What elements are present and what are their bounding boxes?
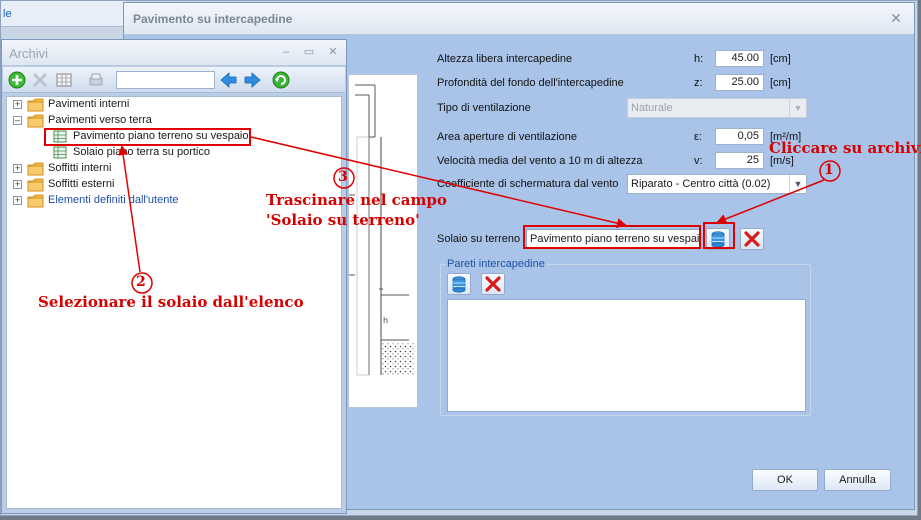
arrow-right-icon[interactable] — [242, 70, 262, 90]
folder-icon — [27, 98, 44, 112]
expand-icon[interactable]: + — [13, 180, 22, 189]
delete-x-icon — [744, 231, 760, 247]
schermatura-select[interactable]: Riparato - Centro città (0.02) ▼ — [627, 174, 807, 194]
highlight-archivi-button — [703, 222, 735, 249]
expand-icon[interactable]: + — [13, 196, 22, 205]
pareti-list[interactable] — [447, 299, 806, 412]
minimize-icon[interactable]: – — [278, 45, 294, 59]
tree-label: Pavimenti verso terra — [48, 114, 152, 126]
step-3-number: 3 — [338, 169, 348, 185]
tree-label: Pavimenti interni — [48, 98, 130, 110]
step-2-text: Selezionare il solaio dall'elenco — [38, 293, 304, 311]
tree-label: Soffitti esterni — [48, 178, 115, 190]
folder-icon — [27, 194, 44, 208]
close-icon[interactable]: ✕ — [325, 45, 341, 59]
table-icon — [53, 146, 67, 159]
area-aperture-input[interactable]: 0,05 — [715, 128, 764, 145]
section-drawing-svg: h — [349, 84, 415, 376]
symbol-v: v: — [694, 155, 703, 167]
arrow-left-icon[interactable] — [219, 70, 239, 90]
dialog-close-icon[interactable]: ✕ — [888, 10, 904, 26]
label-solaio-terreno: Solaio su terreno — [437, 233, 521, 245]
refresh-icon[interactable] — [271, 70, 291, 90]
schermatura-value: Riparato - Centro città (0.02) — [631, 178, 771, 190]
folder-open-icon — [27, 114, 44, 128]
annulla-button[interactable]: Annulla — [824, 469, 891, 491]
step-1-text: Cliccare su archivi — [769, 139, 921, 157]
expand-icon[interactable]: + — [13, 100, 22, 109]
pareti-intercapedine-group: Pareti intercapedine — [440, 258, 811, 416]
folder-icon — [27, 178, 44, 192]
chevron-down-icon[interactable]: ▼ — [789, 175, 806, 193]
dialog-titlebar[interactable]: Pavimento su intercapedine ✕ — [124, 3, 914, 35]
maximize-icon[interactable]: ▭ — [301, 45, 317, 59]
archivi-search-input[interactable] — [116, 71, 215, 89]
symbol-epsilon: ε: — [694, 131, 702, 143]
archivi-title: Archivi — [9, 46, 49, 61]
step-3-text-line2: 'Solaio su terreno' — [266, 211, 420, 229]
add-icon[interactable] — [7, 70, 27, 90]
archivi-panel: Archivi – ▭ ✕ + Pavimenti interni – Pavi… — [1, 39, 347, 514]
expand-icon[interactable]: + — [13, 164, 22, 173]
tipo-ventilazione-select[interactable]: Naturale ▼ — [627, 98, 807, 118]
ok-button[interactable]: OK — [752, 469, 818, 491]
label-schermatura: Coefficiente di schermatura dal vento — [437, 178, 619, 190]
database-icon — [452, 276, 466, 293]
remove-solaio-button[interactable] — [740, 228, 764, 250]
symbol-h: h: — [694, 53, 704, 65]
step-2-number: 2 — [136, 274, 146, 290]
collapse-icon[interactable]: – — [13, 116, 22, 125]
pareti-remove-button[interactable] — [481, 273, 505, 295]
parent-window-fragment-label[interactable]: le — [3, 8, 12, 20]
section-drawing: h — [348, 74, 418, 408]
delete-x-icon — [485, 276, 501, 292]
label-velocita-vento: Velocità media del vento a 10 m di altez… — [437, 155, 643, 167]
chevron-down-icon[interactable]: ▼ — [789, 99, 806, 117]
section-h-mark: h — [383, 316, 388, 325]
label-tipo-ventilazione: Tipo di ventilazione — [437, 102, 531, 114]
highlight-solaio-field — [523, 225, 701, 249]
label-altezza: Altezza libera intercapedine — [437, 53, 573, 65]
parent-window-strip: le — [1, 1, 125, 27]
profondita-input[interactable]: 25.00 — [715, 74, 764, 91]
folder-icon — [27, 162, 44, 176]
label-profondita: Profondità del fondo dell'intercapedine — [437, 77, 624, 89]
highlight-selected-item — [44, 128, 251, 146]
tree-label: Elementi definiti dall'utente — [48, 194, 179, 206]
pareti-intercapedine-legend: Pareti intercapedine — [445, 258, 547, 270]
step-1-number: 1 — [824, 162, 834, 178]
step-3-text-line1: Trascinare nel campo — [266, 191, 447, 209]
velocita-input[interactable]: 25 — [715, 152, 764, 169]
delete-icon[interactable] — [30, 70, 50, 90]
unit-profondita: [cm] — [770, 77, 791, 89]
archivi-toolbar — [3, 67, 345, 93]
table-icon[interactable] — [54, 70, 74, 90]
tree-label: Soffitti interni — [48, 162, 112, 174]
tree-label: Solaio piano terra su portico — [73, 146, 210, 158]
dialog-title: Pavimento su intercapedine — [133, 12, 293, 26]
unit-altezza: [cm] — [770, 53, 791, 65]
pareti-archivi-button[interactable] — [447, 273, 471, 295]
label-area-aperture: Area aperture di ventilazione — [437, 131, 578, 143]
altezza-input[interactable]: 45.00 — [715, 50, 764, 67]
symbol-z: z: — [694, 77, 703, 89]
tipo-ventilazione-value: Naturale — [631, 102, 673, 114]
print-icon[interactable] — [86, 70, 106, 90]
archivi-titlebar[interactable]: Archivi – ▭ ✕ — [2, 40, 346, 66]
